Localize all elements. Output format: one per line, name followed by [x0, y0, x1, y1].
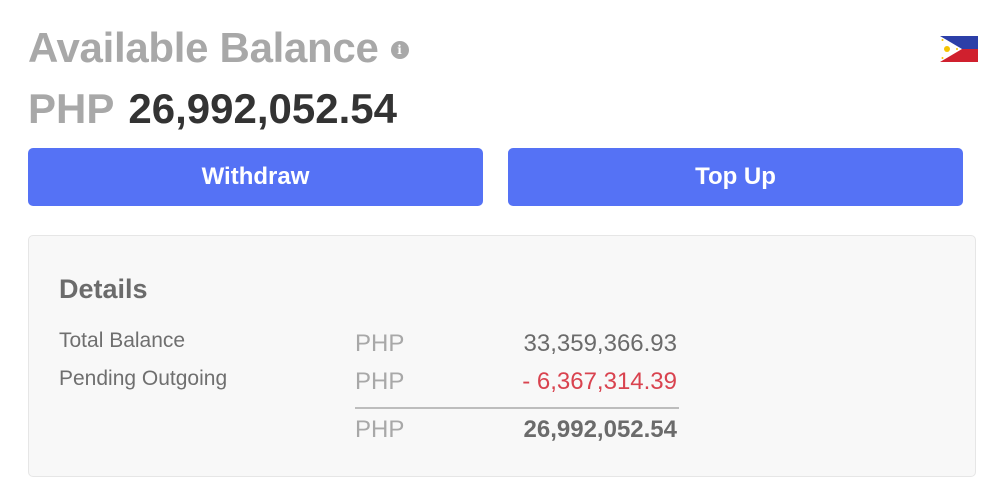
balance-amount: 26,992,052.54	[128, 85, 397, 132]
total-balance-label: Total Balance	[59, 329, 186, 352]
total-currency: PHP	[355, 416, 405, 443]
details-title: Details	[59, 274, 148, 304]
info-icon[interactable]: i	[390, 41, 409, 59]
philippines-flag-icon	[940, 36, 978, 62]
available-balance: PHP 26,992,052.54	[28, 82, 397, 136]
pending-outgoing-currency: PHP	[355, 368, 405, 395]
total-balance-currency: PHP	[355, 330, 405, 357]
top-up-button[interactable]: Top Up	[508, 148, 963, 206]
total-balance-amount: 33,359,366.93	[523, 330, 677, 357]
header: Available Balance i	[28, 22, 409, 74]
balance-currency: PHP	[28, 85, 115, 132]
withdraw-button[interactable]: Withdraw	[28, 148, 483, 206]
page-title: Available Balance	[28, 24, 379, 71]
pending-outgoing-amount: - 6,367,314.39	[522, 368, 677, 395]
total-amount: 26,992,052.54	[523, 416, 677, 443]
details-panel: Details Total Balance PHP 33,359,366.93 …	[28, 235, 976, 477]
sum-divider	[355, 407, 679, 409]
pending-outgoing-label: Pending Outgoing	[59, 367, 228, 390]
